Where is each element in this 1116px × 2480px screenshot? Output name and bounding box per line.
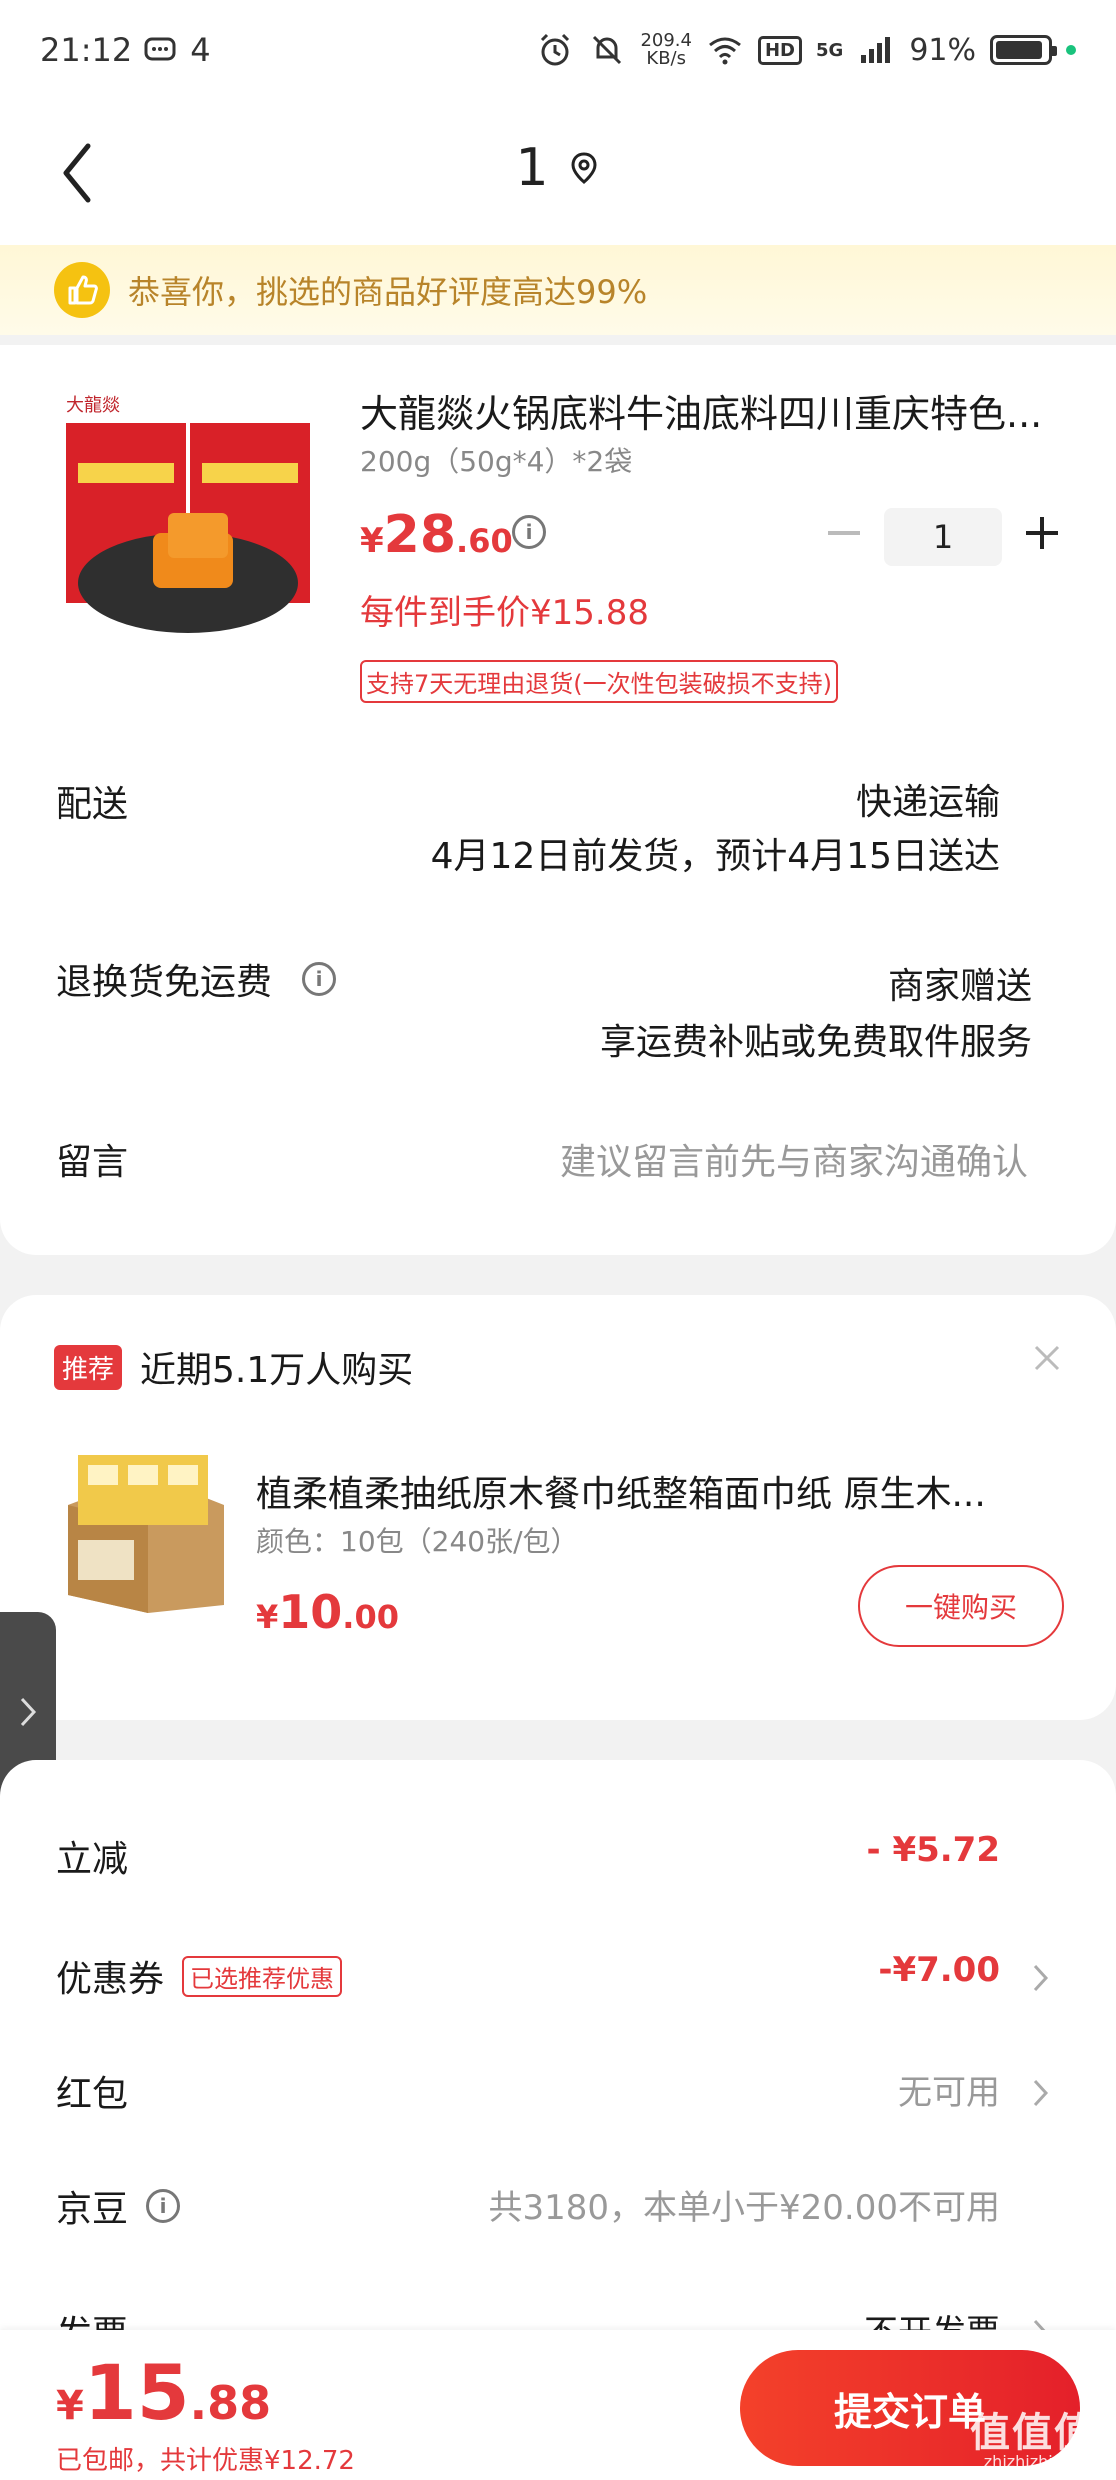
mute-bell-icon — [593, 35, 622, 65]
discount-label: 立减 — [56, 1839, 129, 1880]
checkout-bar: ¥ 15 .88 已包邮，共计优惠¥12.72 提交订单 — [0, 2330, 1116, 2480]
reco-header: 推荐 近期5.1万人购买 — [54, 1341, 413, 1393]
reco-product-price: ¥ 10 .00 — [256, 1585, 399, 1639]
red-packet-label: 红包 — [56, 2074, 129, 2115]
jingdou-info-icon[interactable]: i — [146, 2189, 181, 2223]
total-price: ¥ 15 .88 — [56, 2348, 272, 2437]
delivery-label: 配送 — [56, 784, 129, 825]
alarm-icon — [541, 33, 570, 66]
return-shipping-label: 退换货免运费 i — [56, 953, 337, 1005]
red-packet-value[interactable]: 无可用 — [898, 2065, 1000, 2114]
status-left: 21:12 4 — [40, 31, 211, 69]
address-selector[interactable]: 1 — [0, 138, 1116, 198]
wifi-icon — [709, 37, 741, 65]
product-title[interactable]: 大龍燚火锅底料牛油底料四川重庆特色... — [360, 383, 1060, 438]
one-click-buy-button[interactable]: 一键购买 — [858, 1565, 1064, 1647]
praise-notice: 恭喜你，挑选的商品好评度高达99% — [0, 245, 1116, 335]
jingdou-value: 共3180，本单小于¥20.00不可用 — [488, 2188, 1001, 2228]
delivery-eta: 4月12日前发货，预计4月15日送达 — [430, 836, 1000, 877]
product-image[interactable]: 大龍燚 — [58, 383, 318, 643]
header-title: 1 — [515, 138, 549, 198]
reco-product-spec: 颜色：10包（240张/包） — [256, 1525, 579, 1558]
quantity-minus-button[interactable] — [822, 513, 866, 553]
delivery-method[interactable]: 快递运输 — [856, 773, 1000, 825]
status-time: 21:12 — [40, 31, 133, 69]
notice-text: 恭喜你，挑选的商品好评度高达99% — [128, 273, 648, 311]
close-icon[interactable] — [1032, 1343, 1062, 1373]
total-discount-note: 已包邮，共计优惠¥12.72 — [56, 2446, 355, 2476]
status-bar: 21:12 4 209.4 KB/s HD 5G 91% — [0, 0, 1116, 100]
chevron-right-icon[interactable] — [1030, 1960, 1052, 1996]
product-spec: 200g（50g*4）*2袋 — [360, 445, 633, 478]
chevron-right-icon[interactable] — [1030, 2075, 1052, 2111]
order-item-card: 大龍燚 大龍燚火锅底料牛油底料四川重庆特色... 200g（50g*4）*2袋 … — [0, 345, 1116, 1255]
message-icon — [144, 37, 176, 61]
reco-title: 近期5.1万人购买 — [140, 1350, 414, 1391]
watermark-site: zhizhizhi.com — [983, 2452, 1092, 2471]
battery-icon — [990, 35, 1057, 65]
chevron-right-icon — [20, 1697, 37, 1727]
battery-level — [996, 41, 1042, 59]
status-right: 209.4 KB/s HD 5G 91% — [536, 31, 1076, 69]
battery-percent: 91% — [909, 32, 976, 68]
return-shipping-desc: 享运费补贴或免费取件服务 — [599, 1022, 1032, 1063]
price-info-icon[interactable]: i — [512, 515, 546, 549]
quantity-input[interactable]: 1 — [884, 508, 1002, 566]
reco-badge: 推荐 — [54, 1344, 123, 1390]
return-policy-tag: 支持7天无理由退货(一次性包装破损不支持) — [360, 660, 838, 703]
quantity-plus-button[interactable] — [1020, 505, 1064, 561]
hd-badge: HD — [757, 35, 802, 65]
coupon-row[interactable]: 优惠券 已选推荐优惠 — [56, 1950, 343, 2002]
reco-product-name[interactable]: 植柔植柔抽纸原木餐巾纸整箱面巾纸 原生木... — [256, 1465, 1046, 1517]
recommendation-card: 推荐 近期5.1万人购买 植柔植柔抽纸原木餐巾纸整箱面巾纸 原生木... 颜色：… — [0, 1295, 1116, 1720]
coupon-tag: 已选推荐优惠 — [182, 1955, 343, 1997]
message-input[interactable]: 建议留言前先与商家沟通确认 — [560, 1133, 1028, 1185]
message-label: 留言 — [56, 1142, 129, 1183]
net-speed: 209.4 KB/s — [640, 30, 692, 69]
signal-bars-icon — [861, 37, 891, 63]
signal-type: 5G — [816, 39, 844, 61]
product-price: ¥ 28 .60 — [360, 505, 513, 565]
charge-dot — [1066, 45, 1076, 55]
coupon-value[interactable]: -¥7.00 — [878, 1950, 1000, 1990]
return-shipping-info-icon[interactable]: i — [302, 962, 337, 996]
discount-value: - ¥5.72 — [866, 1830, 1001, 1870]
jingdou-row: 京豆 i — [56, 2180, 181, 2232]
watermark: 值值值 — [970, 2410, 1096, 2456]
thumbs-up-icon — [54, 262, 110, 318]
svg-text:大龍燚: 大龍燚 — [66, 395, 120, 416]
jingdou-label: 京豆 — [56, 2189, 129, 2230]
location-icon — [571, 152, 597, 184]
message-count: 4 — [190, 31, 211, 69]
coupon-label: 优惠券 — [56, 1959, 165, 2000]
return-shipping-value: 商家赠送 — [887, 966, 1032, 1007]
reco-product-image[interactable] — [58, 1445, 234, 1615]
unit-price: 每件到手价¥15.88 — [360, 593, 649, 633]
header: 1 — [0, 100, 1116, 245]
